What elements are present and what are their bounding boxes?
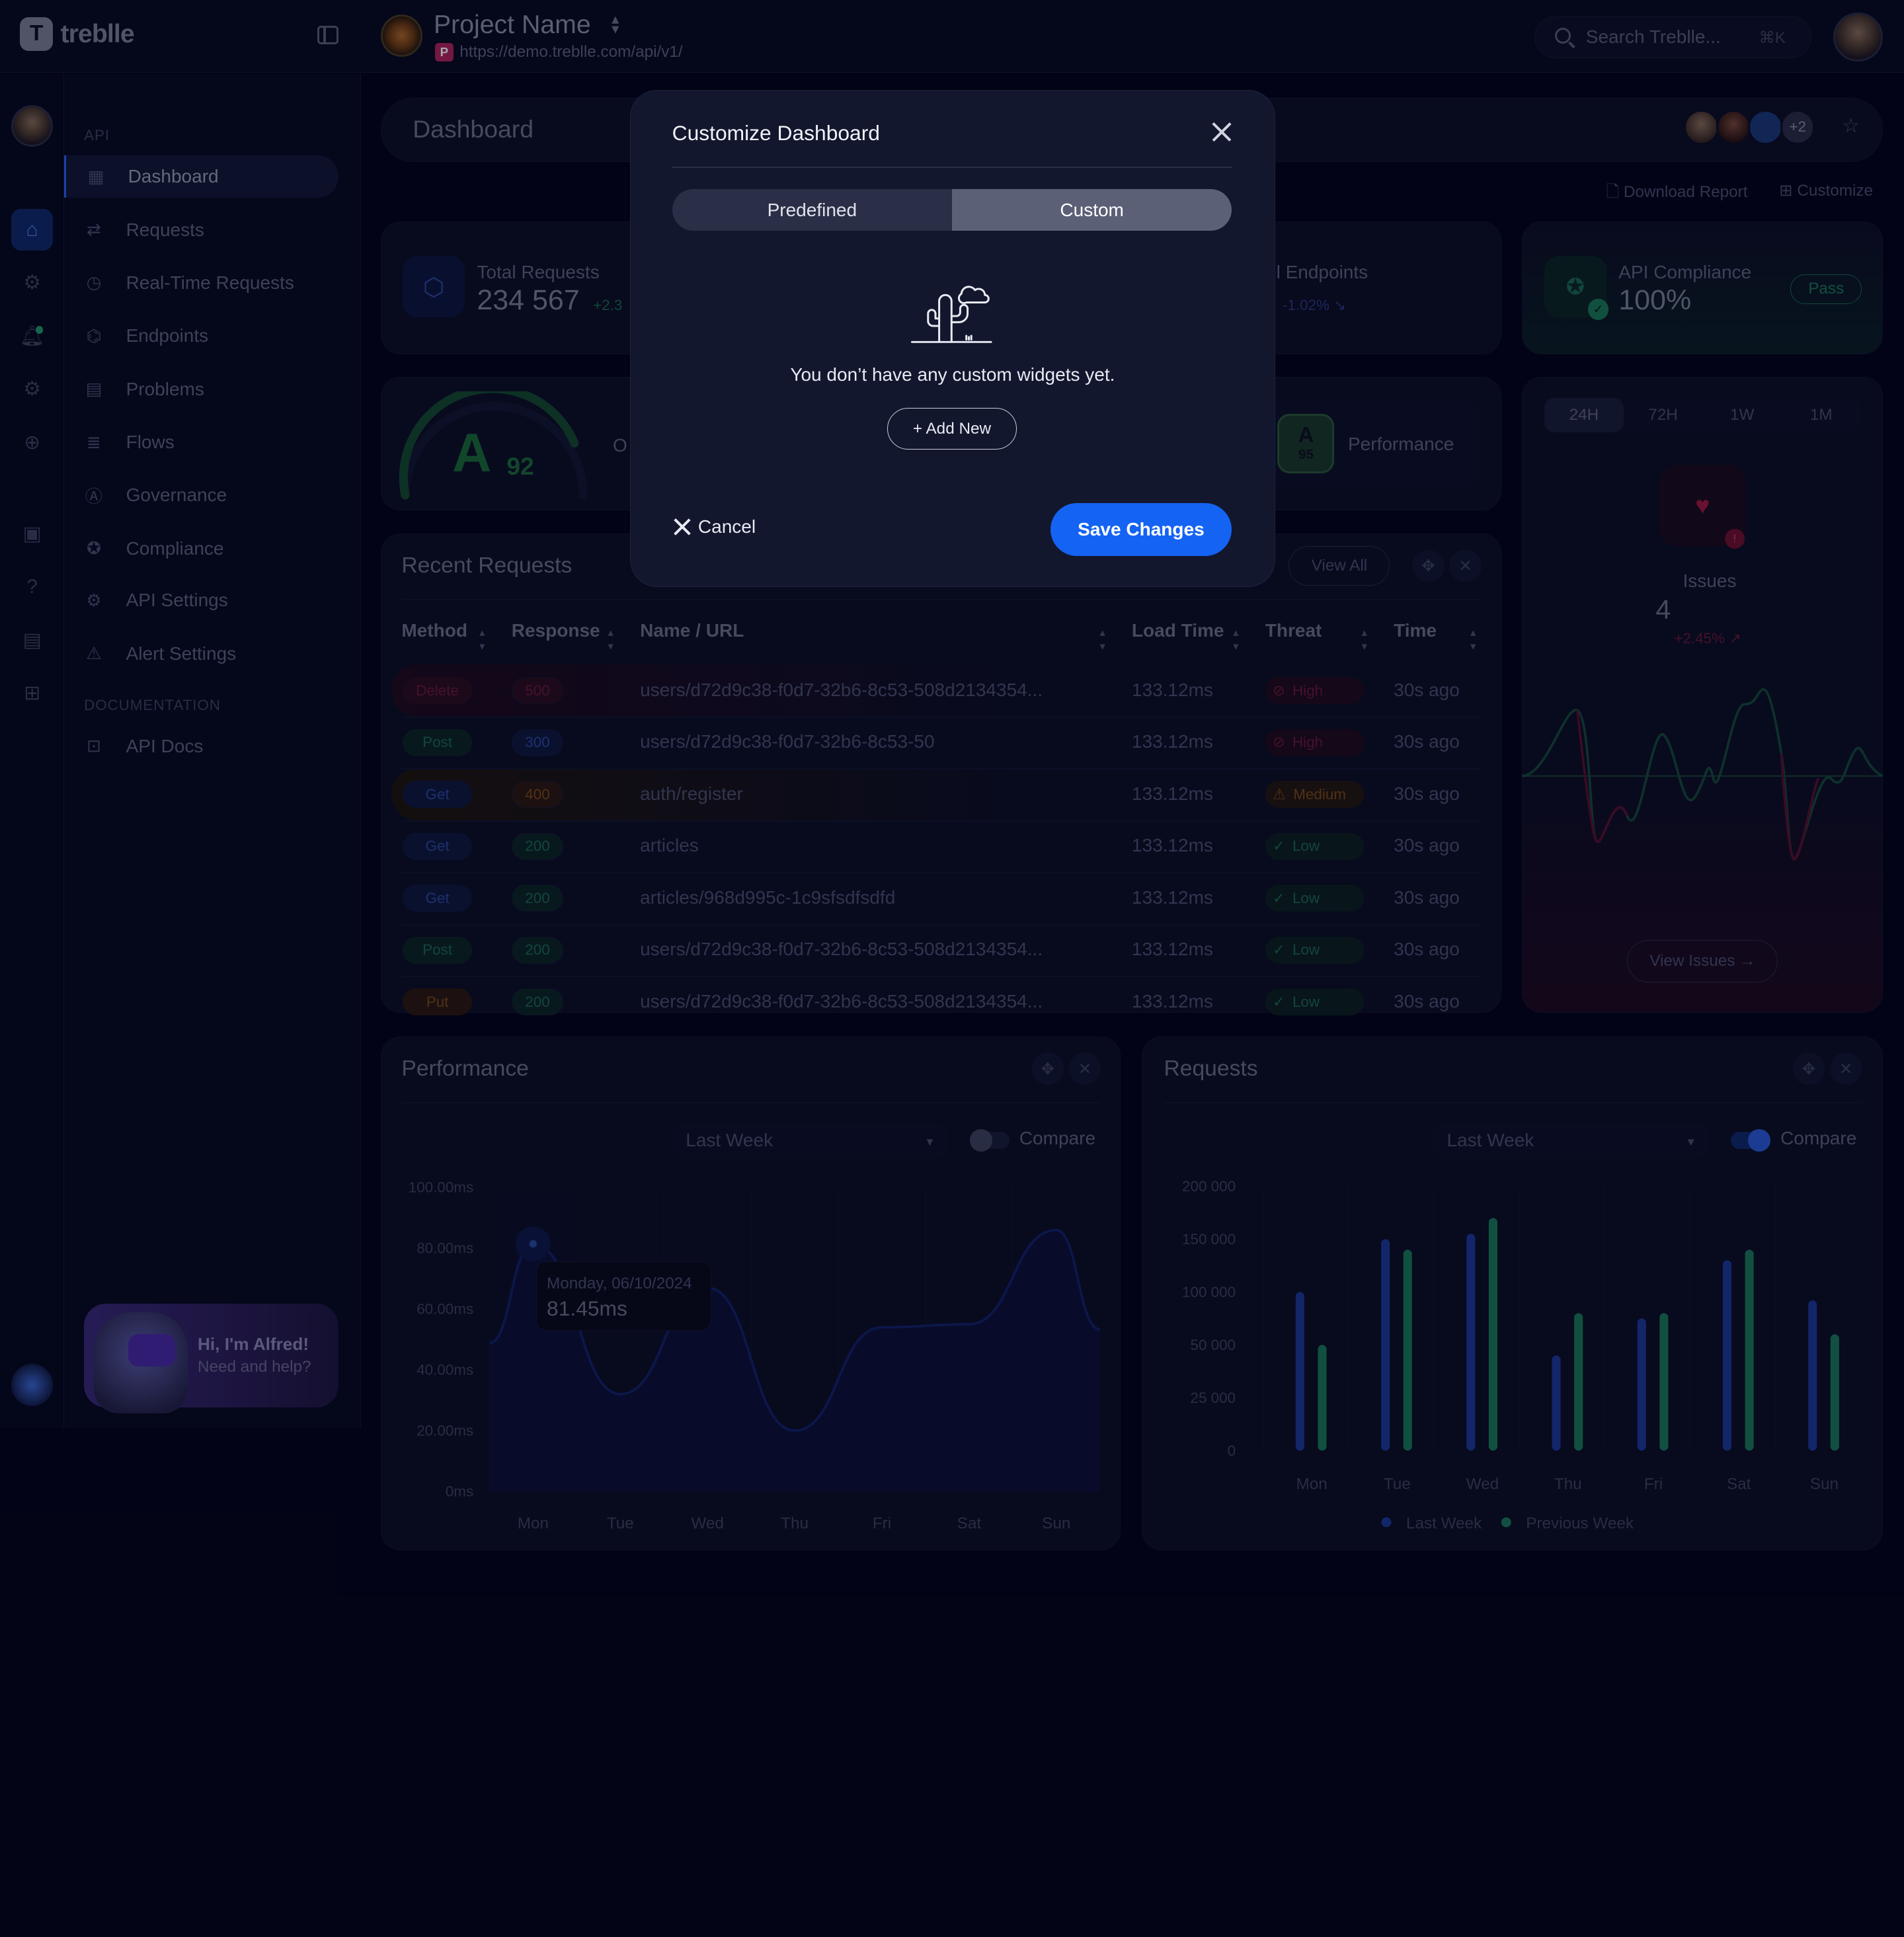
modal-divider bbox=[672, 167, 1232, 169]
cancel-button[interactable]: Cancel bbox=[672, 516, 756, 537]
widget-type-tabs: Predefined Custom bbox=[672, 188, 1232, 231]
tab-predefined[interactable]: Predefined bbox=[672, 189, 952, 231]
modal-title: Customize Dashboard bbox=[672, 121, 880, 145]
save-changes-button[interactable]: Save Changes bbox=[1050, 502, 1232, 556]
close-icon[interactable] bbox=[1210, 120, 1234, 144]
close-icon bbox=[672, 518, 691, 536]
add-new-button[interactable]: + Add New bbox=[887, 407, 1017, 450]
empty-state-text: You don’t have any custom widgets yet. bbox=[790, 364, 1115, 385]
tab-custom[interactable]: Custom bbox=[951, 188, 1232, 231]
cactus-illustration-icon bbox=[910, 286, 992, 344]
cancel-label: Cancel bbox=[697, 516, 756, 537]
